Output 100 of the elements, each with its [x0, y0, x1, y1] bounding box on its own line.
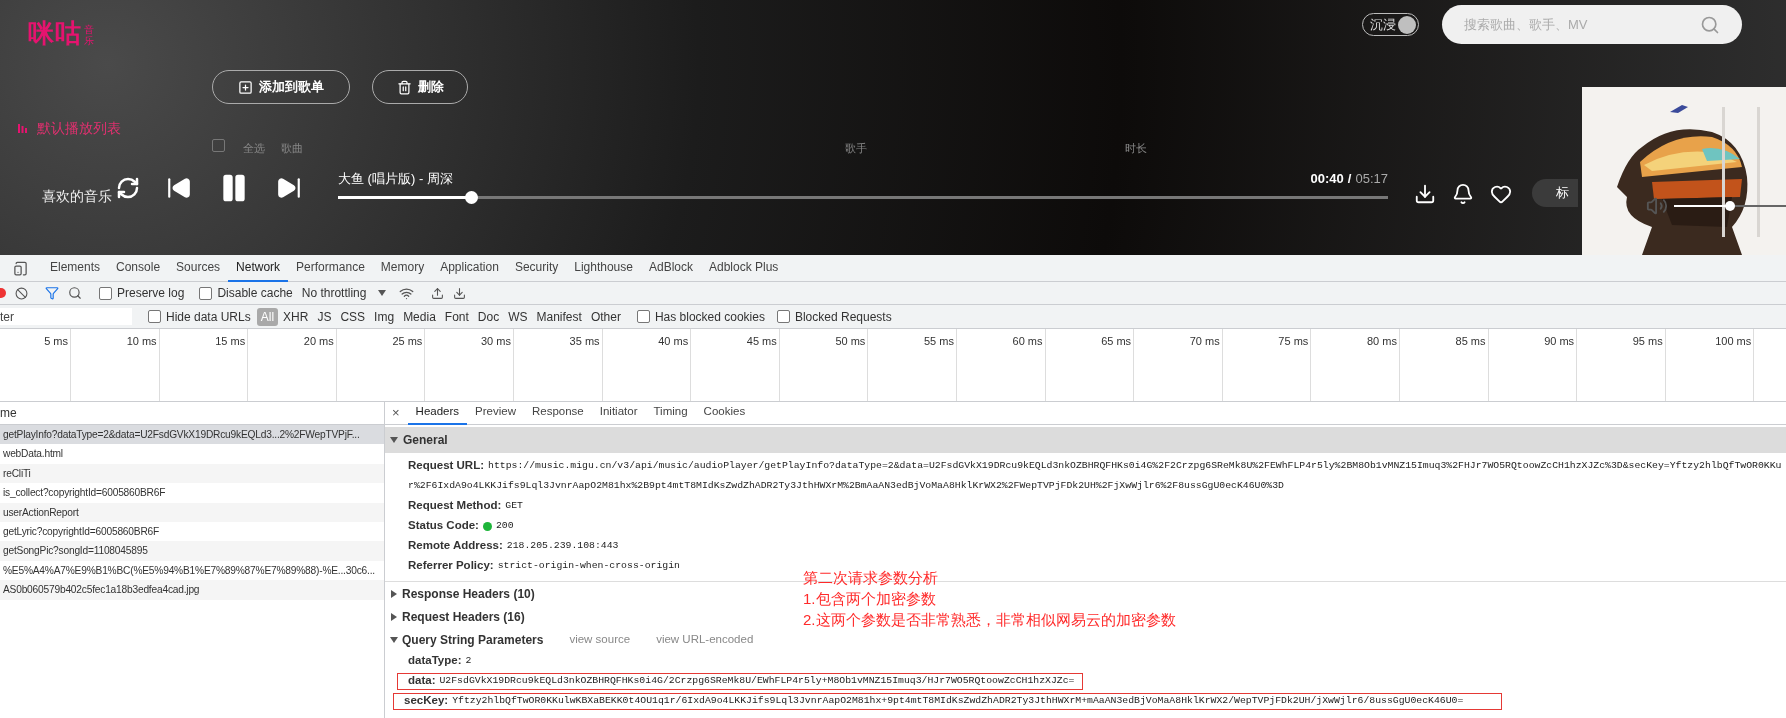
annotation-line: 第二次请求参数分析 — [803, 568, 939, 588]
section-header[interactable]: Response Headers (10) — [390, 584, 535, 603]
column-header[interactable]: me — [0, 404, 17, 422]
devtools-tab[interactable]: Security — [506, 254, 567, 282]
detail-tab[interactable]: Timing — [645, 402, 696, 425]
time-separator: / — [1347, 170, 1352, 186]
query-parameter: data: U2FsdGVkX19DRcu9kEQLd3nkOZBHRQFHKs0i4G/2Crzpg6SReMk8U/EWhFLP4r5ly+M8Ob1vMNZ15Imuq3/HJr7WO5RQtoowZcCH1hzXJZc= — [397, 672, 1084, 690]
total-time: 05:17 — [1355, 170, 1388, 186]
devtools-tab[interactable]: Memory — [372, 254, 433, 282]
field-label: Request URL: — [408, 458, 485, 474]
filter-icon[interactable] — [45, 286, 59, 300]
type-filter[interactable]: Doc — [473, 307, 504, 326]
annotation-line: 2.这两个参数是否非常熟悉，非常相似网易云的加密参数 — [803, 610, 1176, 630]
dropdown-caret-icon[interactable] — [378, 290, 387, 296]
checkbox-label: Blocked Requests — [794, 308, 892, 326]
checkbox[interactable] — [148, 310, 161, 323]
record-icon[interactable] — [0, 288, 6, 298]
bell-icon[interactable] — [1452, 183, 1474, 205]
clear-icon[interactable] — [15, 286, 28, 300]
logo-subtext: 音乐 — [84, 24, 95, 46]
timeline-tick: 35 ms — [569, 334, 600, 349]
timeline-tick: 45 ms — [746, 334, 777, 349]
previous-icon[interactable] — [166, 175, 192, 201]
timeline-tick: 15 ms — [215, 334, 246, 349]
search-icon[interactable] — [68, 286, 82, 300]
timeline-tick: 25 ms — [392, 334, 423, 349]
view-link[interactable]: view source — [569, 630, 631, 649]
volume-icon[interactable] — [1646, 195, 1668, 217]
detail-tab[interactable]: Headers — [407, 402, 468, 425]
request-row[interactable]: getSongPic?songId=1108045895 — [0, 541, 384, 561]
timeline-tick: 5 ms — [44, 334, 68, 349]
timeline-tick: 65 ms — [1101, 334, 1132, 349]
devtools-tab[interactable]: AdBlock — [640, 254, 701, 282]
volume-thumb[interactable] — [1725, 201, 1735, 211]
detail-tab[interactable]: Cookies — [695, 402, 754, 425]
detail-tab[interactable]: Response — [523, 402, 592, 425]
caret-icon[interactable] — [390, 612, 398, 621]
type-filter[interactable]: XHR — [279, 307, 313, 326]
caret-icon[interactable] — [390, 589, 398, 598]
devtools-tab[interactable]: Elements — [42, 254, 109, 282]
devtools-tab[interactable]: Application — [432, 254, 507, 282]
timeline-tick: 70 ms — [1189, 334, 1220, 349]
next-icon[interactable] — [276, 175, 302, 201]
progress-track[interactable] — [338, 191, 1388, 204]
field-value: 200 — [495, 518, 514, 533]
type-filter[interactable]: JS — [313, 307, 336, 326]
field-value: GET — [505, 498, 523, 513]
checkbox[interactable] — [199, 286, 213, 300]
timeline-tick: 50 ms — [835, 334, 866, 349]
checkbox[interactable] — [99, 286, 112, 300]
caret-icon[interactable] — [390, 635, 398, 644]
plus-square-icon — [238, 79, 253, 95]
request-row[interactable]: reCliTi — [0, 463, 384, 484]
timeline-tick: 85 ms — [1455, 334, 1486, 349]
sidebar-item[interactable]: 喜欢的音乐 — [42, 186, 126, 207]
import-icon[interactable] — [431, 286, 445, 300]
network-conditions-icon[interactable] — [399, 285, 415, 301]
progress-thumb[interactable] — [465, 191, 479, 204]
section-header[interactable]: Query String Parameters — [390, 630, 544, 649]
field-value: strict-origin-when-cross-origin — [497, 558, 680, 573]
request-row[interactable]: getPlayInfo?dataType=2&data=U2FsdGVkX19DRcu9kEQLd3...2%2FWepTVPjF... — [0, 425, 384, 445]
checkbox[interactable] — [212, 139, 225, 153]
search-field[interactable]: 搜索歌曲、歌手、MV — [1442, 5, 1742, 44]
section-header[interactable]: General — [385, 427, 1786, 453]
type-filter[interactable]: Font — [440, 307, 473, 326]
throttling-select[interactable]: No throttling — [301, 284, 387, 302]
trash-icon — [396, 79, 412, 95]
download-icon[interactable] — [1414, 183, 1436, 205]
filter-field[interactable]: ter — [0, 308, 132, 325]
request-row[interactable]: userActionReport — [0, 502, 384, 522]
devtools-tab[interactable]: Lighthouse — [566, 254, 641, 282]
section-header[interactable]: Request Headers (16) — [390, 607, 525, 626]
song-title: 大鱼 (唱片版) - 周深 — [338, 169, 453, 188]
heart-icon[interactable] — [1490, 183, 1512, 205]
checkbox[interactable] — [636, 310, 650, 323]
request-row[interactable]: AS0b060579b402c5fec1a18b3edfea4cad.jpg — [0, 580, 384, 600]
view-link[interactable]: view URL-encoded — [656, 630, 754, 649]
detail-tab[interactable]: Preview — [467, 402, 524, 425]
device-toolbar-icon[interactable] — [13, 260, 28, 276]
devtools-tab[interactable]: Console — [108, 254, 169, 282]
detail-tab[interactable]: Initiator — [591, 402, 646, 425]
checkbox-label: Hide data URLs — [166, 308, 251, 326]
type-filter[interactable]: Manifest — [532, 307, 586, 326]
logo-text: 咪咕 — [28, 20, 82, 46]
type-filter[interactable]: Img — [370, 307, 399, 326]
devtools-tab[interactable]: Adblock Plus — [701, 254, 787, 282]
caret-icon[interactable] — [390, 436, 398, 444]
close-button[interactable]: × — [392, 403, 400, 423]
devtools-tab[interactable]: Performance — [288, 254, 373, 282]
repeat-icon[interactable] — [116, 176, 140, 200]
type-filter[interactable]: Other — [586, 307, 625, 326]
export-icon[interactable] — [453, 286, 467, 300]
type-filter[interactable]: CSS — [336, 307, 370, 326]
field-label: Status Code: — [408, 518, 479, 534]
type-filter[interactable]: WS — [504, 307, 532, 326]
type-filter[interactable]: Media — [399, 307, 440, 326]
devtools-tab[interactable]: Sources — [168, 254, 229, 282]
checkbox[interactable] — [776, 310, 790, 323]
lyrics-button[interactable]: 标 — [1532, 179, 1578, 207]
annotation-line: 1.包含两个加密参数 — [803, 589, 937, 609]
